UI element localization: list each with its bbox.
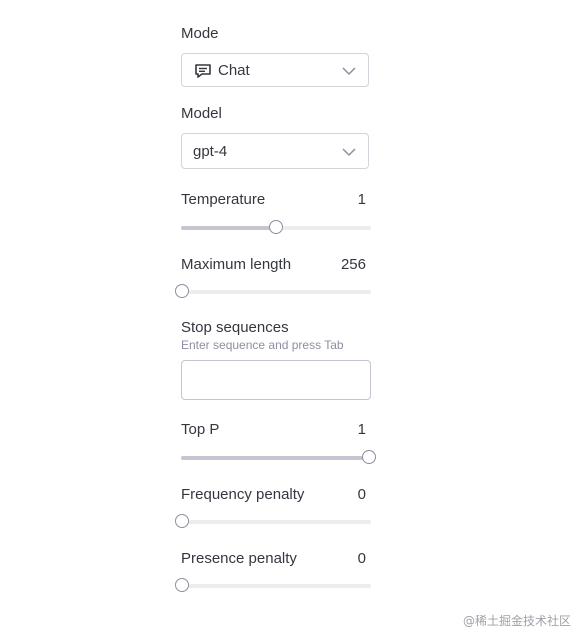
frequency-penalty-value[interactable]: 0 <box>358 486 366 503</box>
chevron-down-icon <box>342 67 356 76</box>
stop-sequences-input[interactable] <box>181 360 371 400</box>
slider-thumb[interactable] <box>175 284 189 298</box>
model-label: Model <box>181 105 222 122</box>
model-selected-value: gpt-4 <box>193 143 228 160</box>
presence-penalty-slider[interactable] <box>175 578 371 592</box>
top-p-slider[interactable] <box>181 450 376 464</box>
stop-sequences-label: Stop sequences <box>181 319 289 336</box>
slider-thumb[interactable] <box>175 578 189 592</box>
chevron-down-icon <box>342 148 356 157</box>
frequency-penalty-slider[interactable] <box>175 514 371 528</box>
temperature-value[interactable]: 1 <box>358 191 366 208</box>
top-p-value[interactable]: 1 <box>358 421 366 438</box>
mode-label: Mode <box>181 25 219 42</box>
max-length-value[interactable]: 256 <box>341 256 366 273</box>
max-length-label: Maximum length <box>181 256 292 273</box>
watermark-text: @稀土掘金技术社区 <box>462 614 571 628</box>
mode-selected-value: Chat <box>218 62 250 79</box>
slider-thumb[interactable] <box>362 450 376 464</box>
top-p-label: Top P <box>181 421 220 438</box>
stop-sequences-hint: Enter sequence and press Tab <box>181 338 344 352</box>
temperature-label: Temperature <box>181 191 266 208</box>
presence-penalty-label: Presence penalty <box>181 550 297 567</box>
temperature-slider[interactable] <box>181 220 371 234</box>
mode-select[interactable]: Chat <box>181 53 369 87</box>
max-length-slider[interactable] <box>175 284 371 298</box>
presence-penalty-value[interactable]: 0 <box>358 550 366 567</box>
chat-icon <box>194 63 212 79</box>
slider-fill <box>181 226 276 230</box>
model-select[interactable]: gpt-4 <box>181 133 369 169</box>
frequency-penalty-label: Frequency penalty <box>181 486 305 503</box>
slider-thumb[interactable] <box>268 220 283 234</box>
slider-thumb[interactable] <box>175 514 189 528</box>
slider-fill <box>181 456 371 460</box>
